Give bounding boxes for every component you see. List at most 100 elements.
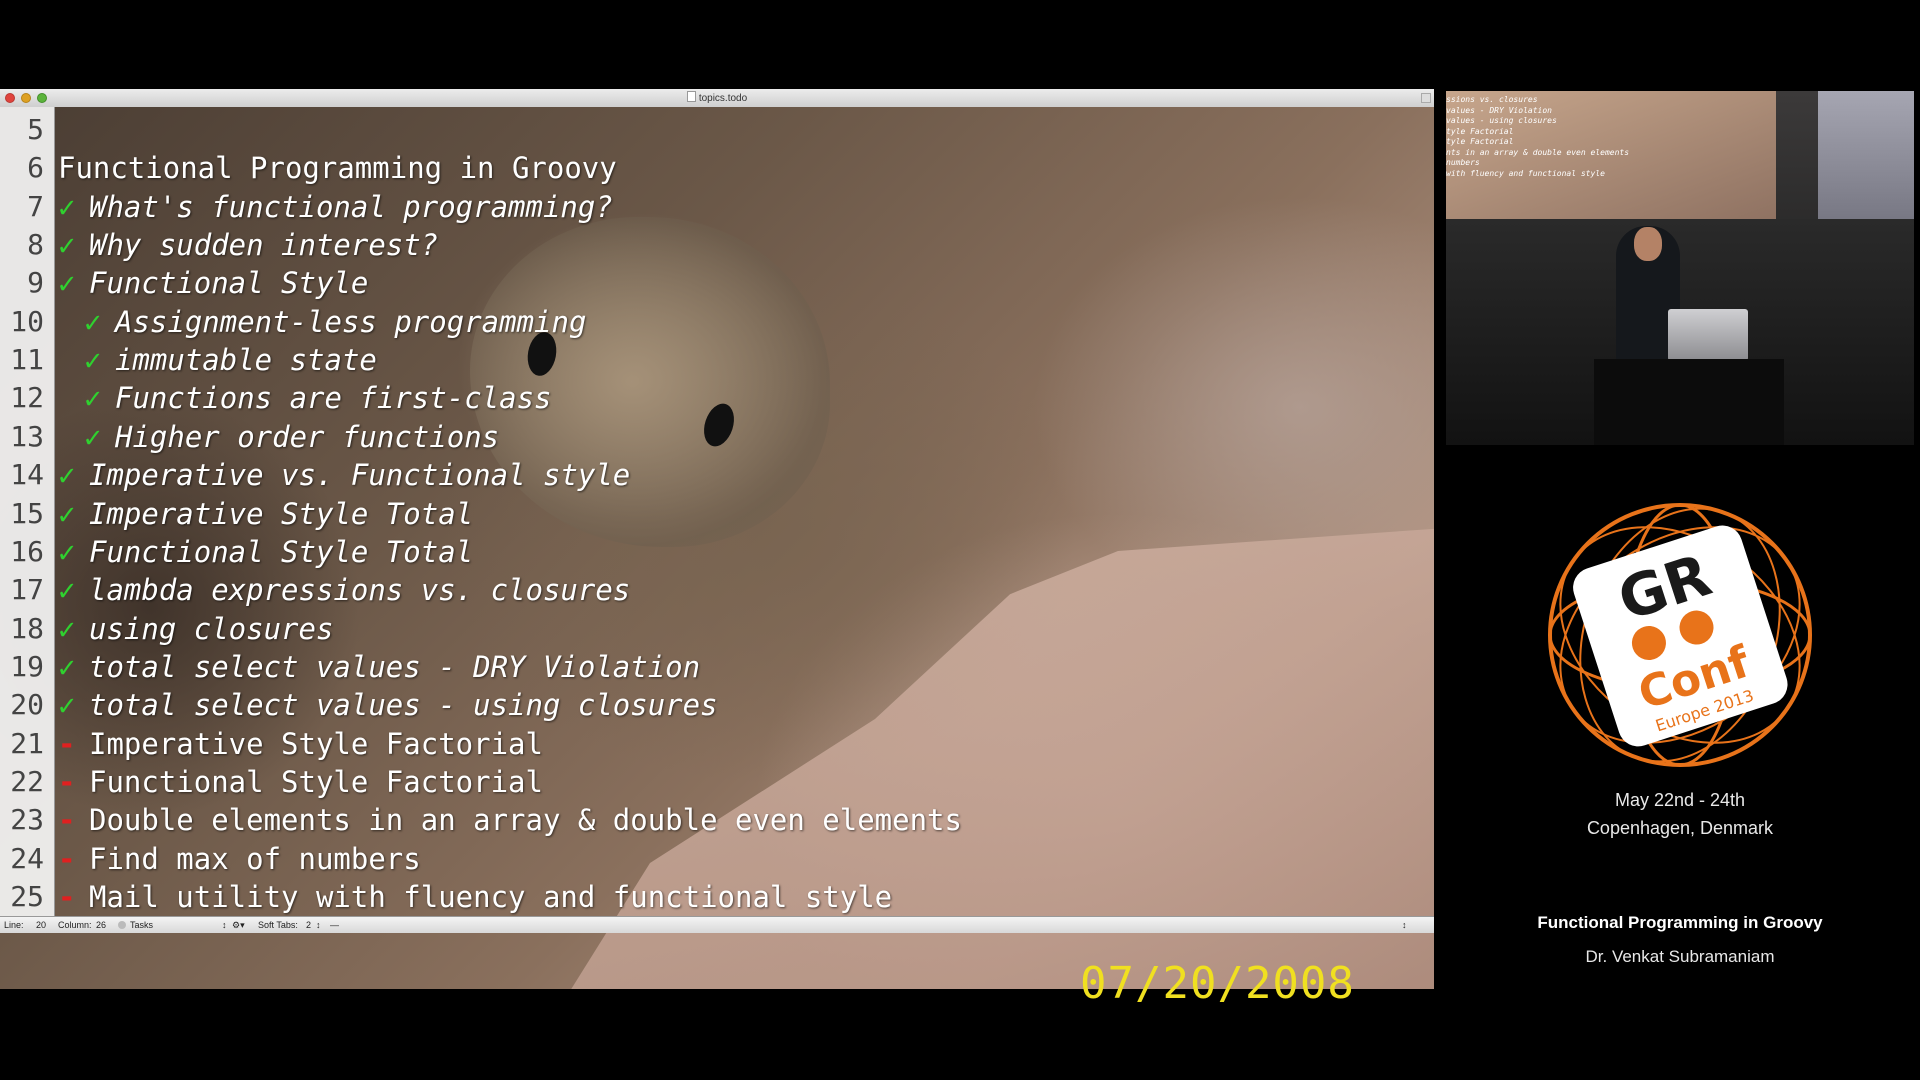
editor-line[interactable]: 15 ✓ Imperative Style Total [0, 495, 1434, 533]
speaker-face [1634, 227, 1662, 261]
line-text: Imperative Style Total [89, 496, 474, 531]
chevron-updown-icon: ↕ [1402, 920, 1407, 930]
line-number: 24 [10, 841, 44, 875]
editor-line[interactable]: 21- Imperative Style Factorial [0, 725, 1434, 763]
podium [1594, 359, 1784, 445]
conference-location: Copenhagen, Denmark [1586, 818, 1774, 838]
line-number: 22 [10, 764, 44, 798]
line-number: 19 [10, 649, 44, 683]
gear-icon[interactable]: ⚙▾ [232, 917, 245, 933]
editor-line[interactable]: 10 ✓ Assignment-less programming [0, 303, 1434, 341]
line-number: 17 [10, 573, 44, 607]
done-checkmark-icon: ✓ [58, 228, 76, 263]
pending-marker: - [58, 803, 76, 838]
soft-tabs-label[interactable]: Soft Tabs: [258, 917, 298, 933]
talk-title: Functional Programming in Groovy [1537, 913, 1823, 932]
chevron-updown-icon: ↕ [316, 920, 321, 930]
editor-line[interactable]: 5 [0, 111, 1434, 149]
editor-line[interactable]: 13 ✓ Higher order functions [0, 418, 1434, 456]
line-text: Higher order functions [115, 419, 500, 454]
done-checkmark-icon: ✓ [58, 189, 76, 224]
pending-marker: - [58, 880, 76, 914]
line-text: Imperative Style Factorial [89, 726, 543, 761]
line-number: 5 [27, 113, 44, 146]
done-checkmark-icon: ✓ [84, 381, 102, 416]
soft-tabs-value[interactable]: 2 [306, 917, 311, 933]
editor-line[interactable]: 12 ✓ Functions are first-class [0, 379, 1434, 417]
done-checkmark-icon: ✓ [58, 611, 76, 646]
projection-line: values - using closures [1446, 116, 1557, 125]
done-checkmark-icon: ✓ [58, 496, 76, 531]
line-number: 10 [10, 304, 44, 338]
editor-line[interactable]: 8 ✓ Why sudden interest? [0, 226, 1434, 264]
line-number: 21 [10, 726, 44, 760]
line-text: total select values - DRY Violation [89, 649, 701, 684]
editor-line[interactable]: 16 ✓ Functional Style Total [0, 533, 1434, 571]
editor-line[interactable]: 20 ✓ total select values - using closures [0, 686, 1434, 724]
done-checkmark-icon: ✓ [58, 458, 76, 493]
editor-line[interactable]: 17 ✓ lambda expressions vs. closures [0, 571, 1434, 609]
projection-line: with fluency and functional style [1446, 168, 1605, 178]
line-number: 7 [27, 189, 44, 223]
editor-window: topics.todo 5 6 Functional Programming in … [0, 89, 1434, 989]
line-text: Functional Style Total [89, 534, 474, 569]
editor-line[interactable]: 6 Functional Programming in Groovy [0, 149, 1434, 187]
symbol-popup[interactable]: — [330, 917, 339, 933]
line-text: Why sudden interest? [89, 228, 439, 263]
grammar-popup[interactable]: Tasks [130, 917, 153, 933]
line-number: 11 [10, 343, 44, 377]
line-text: Functional Programming in Groovy [58, 151, 617, 186]
editor-line[interactable]: 7 ✓ What's functional programming? [0, 188, 1434, 226]
talk-speaker: Dr. Venkat Subramaniam [1585, 947, 1775, 966]
line-text: Find max of numbers [89, 841, 421, 876]
grammar-icon [118, 921, 126, 929]
done-checkmark-icon: ✓ [84, 343, 102, 378]
grconf-logo: GR Conf Europe 2013 [1548, 503, 1812, 767]
line-number: 14 [10, 458, 44, 492]
line-text: Functions are first-class [115, 381, 552, 416]
line-text: lambda expressions vs. closures [89, 573, 631, 608]
editor-line[interactable]: 23- Double elements in an array & double … [0, 801, 1434, 839]
line-text: Functional Style [89, 266, 369, 301]
projection-line: nts in an array & double even elements [1446, 147, 1630, 157]
line-text: Double elements in an array & double eve… [89, 803, 962, 838]
line-number: 6 [27, 151, 44, 185]
editor-line[interactable]: 22- Functional Style Factorial [0, 763, 1434, 801]
line-text: What's functional programming? [89, 189, 613, 224]
editor-line[interactable]: 24- Find max of numbers [0, 840, 1434, 878]
pending-marker: - [58, 764, 76, 799]
projector-screen: ssions vs. closures values - DRY Violatio… [1446, 91, 1776, 219]
editor-line[interactable]: 18 ✓ using closures [0, 610, 1434, 648]
line-number: 18 [10, 611, 44, 645]
line-value: 20 [36, 920, 47, 930]
line-text: total select values - using closures [89, 688, 718, 723]
line-text: using closures [89, 611, 334, 646]
done-checkmark-icon: ✓ [58, 573, 76, 608]
line-number: 13 [10, 419, 44, 453]
editor-line[interactable]: 14 ✓ Imperative vs. Functional style [0, 456, 1434, 494]
line-label: Line: [4, 920, 24, 930]
line-text: immutable state [115, 343, 377, 378]
line-text: Imperative vs. Functional style [89, 458, 631, 493]
editor-line[interactable]: 25- Mail utility with fluency and functio… [0, 878, 1434, 916]
editor-line[interactable]: 19 ✓ total select values - DRY Violation [0, 648, 1434, 686]
done-checkmark-icon: ✓ [58, 534, 76, 569]
conference-dates: May 22nd - 24th [1614, 790, 1746, 810]
done-checkmark-icon: ✓ [84, 304, 102, 339]
projection-line: ssions vs. closures [1446, 95, 1538, 104]
window-title: topics.todo [0, 91, 1434, 104]
speaker-video: ssions vs. closures values - DRY Violatio… [1446, 91, 1914, 445]
window-title-text: topics.todo [698, 93, 748, 104]
editor-line[interactable]: 11 ✓ immutable state [0, 341, 1434, 379]
line-number: 16 [10, 534, 44, 568]
document-icon [686, 91, 696, 102]
pending-marker: - [58, 726, 76, 761]
editor-line[interactable]: 9 ✓ Functional Style [0, 264, 1434, 302]
chevron-updown-icon: ↕ [222, 920, 227, 930]
line-number: 20 [10, 688, 44, 722]
line-number: 15 [10, 496, 44, 530]
projection-line: tyle Factorial [1446, 137, 1514, 146]
resize-icon[interactable] [1421, 93, 1431, 103]
laptop-icon [1668, 309, 1748, 361]
line-number: 12 [10, 381, 44, 415]
